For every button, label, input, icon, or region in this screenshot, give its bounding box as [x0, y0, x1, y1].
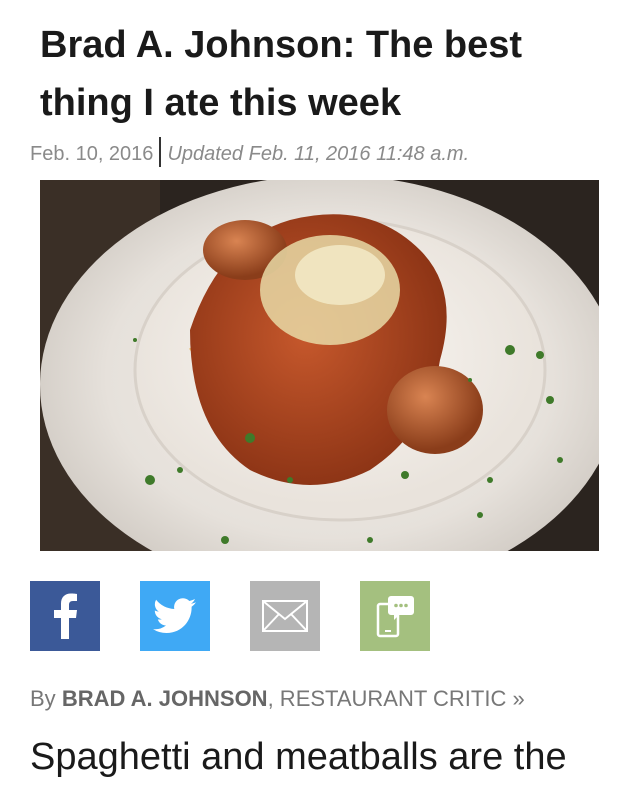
dateline: Feb. 10, 2016 Updated Feb. 11, 2016 11:48… [30, 137, 469, 167]
byline: By BRAD A. JOHNSON, RESTAURANT CRITIC » [30, 686, 525, 712]
published-date: Feb. 10, 2016 [30, 143, 154, 165]
sms-share-button[interactable] [360, 581, 430, 651]
envelope-icon [262, 600, 308, 632]
author-role-link[interactable]: , RESTAURANT CRITIC » [268, 686, 525, 711]
article-lead-paragraph: Spaghetti and meatballs are the [30, 736, 567, 778]
twitter-icon [153, 598, 196, 634]
date-divider [159, 137, 162, 167]
facebook-icon [54, 593, 77, 639]
facebook-share-button[interactable] [30, 581, 100, 651]
article-headline: Brad A. Johnson: The best thing I ate th… [40, 24, 523, 124]
twitter-share-button[interactable] [140, 581, 210, 651]
author-link[interactable]: BRAD A. JOHNSON [62, 686, 268, 711]
spaghetti-meatballs-image [40, 180, 599, 551]
email-share-button[interactable] [250, 581, 320, 651]
phone-chat-icon [376, 596, 414, 638]
updated-date: Updated Feb. 11, 2016 11:48 a.m. [167, 143, 470, 165]
article-photo [40, 180, 599, 551]
byline-prefix: By [30, 686, 56, 711]
